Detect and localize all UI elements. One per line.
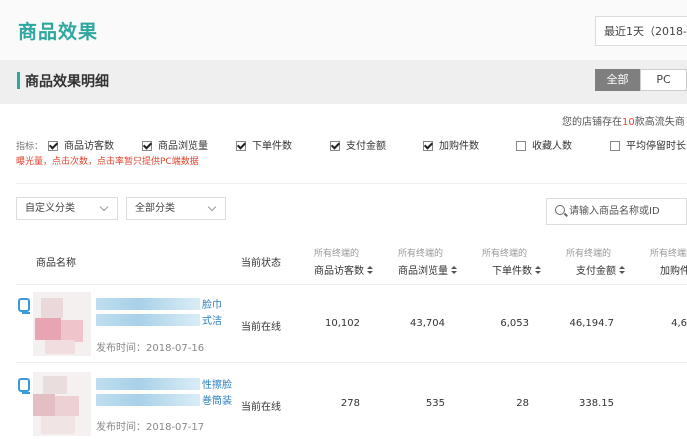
date-range-select[interactable]: 最近1天（2018-12-: [595, 16, 687, 46]
search-box[interactable]: [546, 198, 687, 225]
checkbox-checked[interactable]: [330, 141, 340, 151]
chevron-down-icon: [99, 202, 109, 212]
column-header-cart[interactable]: 加购件: [660, 262, 687, 277]
sort-icon[interactable]: [451, 266, 457, 275]
tab-pc[interactable]: PC: [640, 69, 687, 91]
publish-date: 发布时间：2018-07-16: [96, 343, 205, 354]
metric-prefix: 所有终端的: [398, 249, 444, 259]
indicator-avg-stay[interactable]: 平均停留时长: [610, 137, 686, 152]
checkbox-unchecked[interactable]: [516, 141, 526, 151]
product-title-tail[interactable]: 巻筒装: [202, 392, 232, 407]
cell-payment: 46,194.7: [569, 318, 614, 329]
checkbox-checked[interactable]: [423, 141, 433, 151]
indicator-label: 下单件数: [252, 141, 292, 152]
header-label: 支付金额: [576, 266, 616, 277]
search-input[interactable]: [569, 199, 684, 224]
product-title-blurred[interactable]: [96, 378, 200, 390]
notice-count: 10: [622, 117, 635, 128]
cell-orders: 28: [516, 398, 529, 409]
search-icon[interactable]: [555, 205, 565, 215]
checkbox-checked[interactable]: [236, 141, 246, 151]
high-loss-notice[interactable]: 您的店铺存在10款高流失商: [562, 113, 685, 128]
product-thumbnail[interactable]: [33, 372, 91, 436]
metric-prefix: 所有终端的: [566, 249, 612, 259]
column-header-pageviews[interactable]: 商品浏览量: [398, 262, 457, 277]
notice-suffix: 款高流失商: [634, 117, 685, 128]
indicator-orders[interactable]: 下单件数: [236, 137, 292, 152]
indicator-label: 商品浏览量: [158, 141, 208, 152]
indicator-label: 平均停留时长: [626, 141, 686, 152]
header-label: 商品浏览量: [398, 266, 448, 277]
indicator-label: 加购件数: [439, 141, 479, 152]
indicator-cart[interactable]: 加购件数: [423, 137, 479, 152]
column-header-visitors[interactable]: 商品访客数: [314, 262, 373, 277]
tab-all[interactable]: 全部: [595, 69, 640, 91]
cell-pageviews: 43,704: [410, 318, 445, 329]
table-header: [0, 238, 687, 284]
metric-prefix: 所有终端的: [650, 249, 687, 259]
indicator-pageviews[interactable]: 商品浏览量: [142, 137, 208, 152]
indicator-favorites[interactable]: 收藏人数: [516, 137, 572, 152]
column-header-payment[interactable]: 支付金额: [576, 262, 625, 277]
pc-only-note: 曝光量，点击次数，点击率暂只提供PC端数据: [16, 157, 199, 167]
section-accent-bar: [17, 72, 20, 89]
metric-prefix: 所有终端的: [482, 249, 528, 259]
product-title-tail[interactable]: 式洁: [202, 312, 222, 327]
sort-icon[interactable]: [619, 266, 625, 275]
checkbox-checked[interactable]: [142, 141, 152, 151]
notice-prefix: 您的店铺存在: [562, 117, 622, 128]
product-title-blurred[interactable]: [96, 394, 200, 406]
row-divider: [16, 362, 687, 363]
cell-visitors: 10,102: [325, 318, 360, 329]
product-title-tail[interactable]: 脸巾: [202, 296, 222, 311]
column-header-orders[interactable]: 下单件数: [492, 262, 541, 277]
column-header-status: 当前状态: [241, 258, 281, 269]
cell-payment: 338.15: [579, 398, 614, 409]
cell-cart: 4,6: [671, 318, 687, 329]
product-thumbnail[interactable]: [33, 292, 91, 356]
mobile-icon: [18, 298, 30, 314]
indicator-visitors[interactable]: 商品访客数: [48, 137, 114, 152]
indicator-label: 收藏人数: [532, 141, 572, 152]
indicators-label: 指标：: [16, 142, 44, 152]
cell-visitors: 278: [340, 398, 360, 409]
header-label: 商品访客数: [314, 266, 364, 277]
product-title-blurred[interactable]: [96, 298, 200, 310]
chevron-down-icon: [207, 202, 217, 212]
page-header: [0, 0, 687, 60]
cell-orders: 6,053: [500, 318, 529, 329]
product-title-blurred[interactable]: [96, 314, 200, 326]
status-text: 当前在线: [241, 322, 281, 333]
sort-icon[interactable]: [367, 266, 373, 275]
cell-pageviews: 535: [425, 398, 445, 409]
metric-prefix: 所有终端的: [314, 249, 360, 259]
dropdown-label: 自定义分类: [25, 203, 75, 214]
checkbox-unchecked[interactable]: [610, 141, 620, 151]
indicator-label: 支付金额: [346, 141, 386, 152]
section-title: 商品效果明细: [25, 74, 109, 90]
mobile-icon: [18, 378, 30, 394]
all-category-dropdown[interactable]: 全部分类: [126, 197, 226, 220]
row-divider: [16, 284, 687, 285]
custom-category-dropdown[interactable]: 自定义分类: [16, 197, 118, 220]
indicator-payment[interactable]: 支付金额: [330, 137, 386, 152]
status-text: 当前在线: [241, 402, 281, 413]
column-header-name: 商品名称: [36, 258, 76, 269]
divider: [16, 183, 687, 184]
publish-date: 发布时间：2018-07-17: [96, 422, 205, 433]
product-title-tail[interactable]: 性擦脸: [202, 376, 232, 391]
header-label: 下单件数: [492, 266, 532, 277]
sort-icon[interactable]: [535, 266, 541, 275]
dropdown-label: 全部分类: [135, 203, 175, 214]
page-title: 商品效果: [18, 21, 99, 43]
indicator-label: 商品访客数: [64, 141, 114, 152]
checkbox-checked[interactable]: [48, 141, 58, 151]
